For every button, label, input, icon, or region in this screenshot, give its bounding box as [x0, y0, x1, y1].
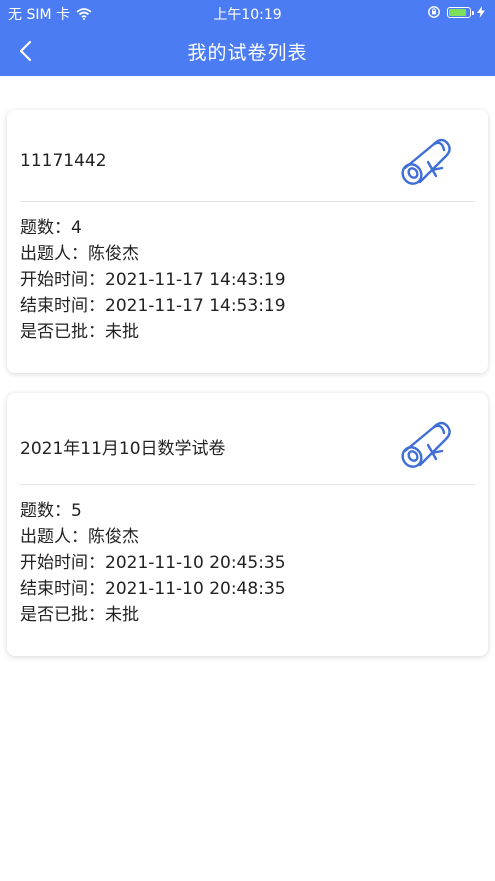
author-label: 出题人： — [20, 244, 88, 264]
divider — [20, 201, 475, 202]
status-time: 上午10:19 — [213, 7, 282, 23]
question-count-value: 5 — [71, 501, 82, 521]
question-count-row: 题数： 5 — [20, 498, 286, 524]
start-time-value: 2021-11-10 20:45:35 — [105, 553, 286, 573]
author-row: 出题人： 陈俊杰 — [20, 241, 286, 267]
scroll-certificate-icon — [401, 421, 451, 468]
question-count-value: 4 — [71, 218, 82, 238]
start-time-row: 开始时间： 2021-11-10 20:45:35 — [20, 550, 286, 576]
author-label: 出题人： — [20, 527, 88, 547]
end-time-label: 结束时间： — [20, 296, 105, 316]
start-time-label: 开始时间： — [20, 553, 105, 573]
exam-details: 题数： 4 出题人： 陈俊杰 开始时间： 2021-11-17 14:43:19 结束… — [20, 215, 286, 345]
question-count-label: 题数： — [20, 501, 71, 521]
exam-card[interactable]: 2021年11月10日数学试卷 题数： 5 出题人： 陈俊杰 开始时间： 2021-1… — [7, 393, 488, 656]
question-count-row: 题数： 4 — [20, 215, 286, 241]
graded-status-value: 未批 — [105, 605, 139, 625]
page-title: 我的试卷列表 — [187, 42, 308, 64]
graded-status-row: 是否已批： 未批 — [20, 319, 286, 345]
divider — [20, 484, 475, 485]
graded-status-label: 是否已批： — [20, 322, 105, 342]
exam-title: 2021年11月10日数学试卷 — [20, 439, 226, 459]
navigation-bar: 我的试卷列表 — [0, 26, 495, 76]
exam-card-header: 11171442 — [7, 110, 488, 201]
graded-status-row: 是否已批： 未批 — [20, 602, 286, 628]
author-row: 出题人： 陈俊杰 — [20, 524, 286, 550]
end-time-value: 2021-11-17 14:53:19 — [105, 296, 286, 316]
status-right — [427, 5, 485, 19]
status-bar: 无 SIM 卡 上午10:19 — [0, 0, 495, 26]
exam-details: 题数： 5 出题人： 陈俊杰 开始时间： 2021-11-10 20:45:35 结束… — [20, 498, 286, 628]
exam-list: 11171442 题数： 4 出题人： 陈俊杰 开始时间： 2021-11-17 14… — [0, 110, 495, 676]
start-time-label: 开始时间： — [20, 270, 105, 290]
battery-icon — [447, 6, 474, 18]
start-time-row: 开始时间： 2021-11-17 14:43:19 — [20, 267, 286, 293]
exam-title: 11171442 — [20, 151, 107, 171]
exam-card[interactable]: 11171442 题数： 4 出题人： 陈俊杰 开始时间： 2021-11-17 14… — [7, 110, 488, 373]
question-count-label: 题数： — [20, 218, 71, 238]
graded-status-value: 未批 — [105, 322, 139, 342]
end-time-label: 结束时间： — [20, 579, 105, 599]
orientation-lock-icon — [428, 6, 440, 18]
end-time-row: 结束时间： 2021-11-10 20:48:35 — [20, 576, 286, 602]
end-time-value: 2021-11-10 20:48:35 — [105, 579, 286, 599]
graded-status-label: 是否已批： — [20, 605, 105, 625]
exam-card-header: 2021年11月10日数学试卷 — [7, 393, 488, 484]
author-value: 陈俊杰 — [88, 244, 139, 264]
charging-bolt-icon — [477, 6, 485, 18]
scroll-certificate-icon — [401, 138, 451, 185]
author-value: 陈俊杰 — [88, 527, 139, 547]
end-time-row: 结束时间： 2021-11-17 14:53:19 — [20, 293, 286, 319]
battery-level — [449, 8, 466, 16]
start-time-value: 2021-11-17 14:43:19 — [105, 270, 286, 290]
